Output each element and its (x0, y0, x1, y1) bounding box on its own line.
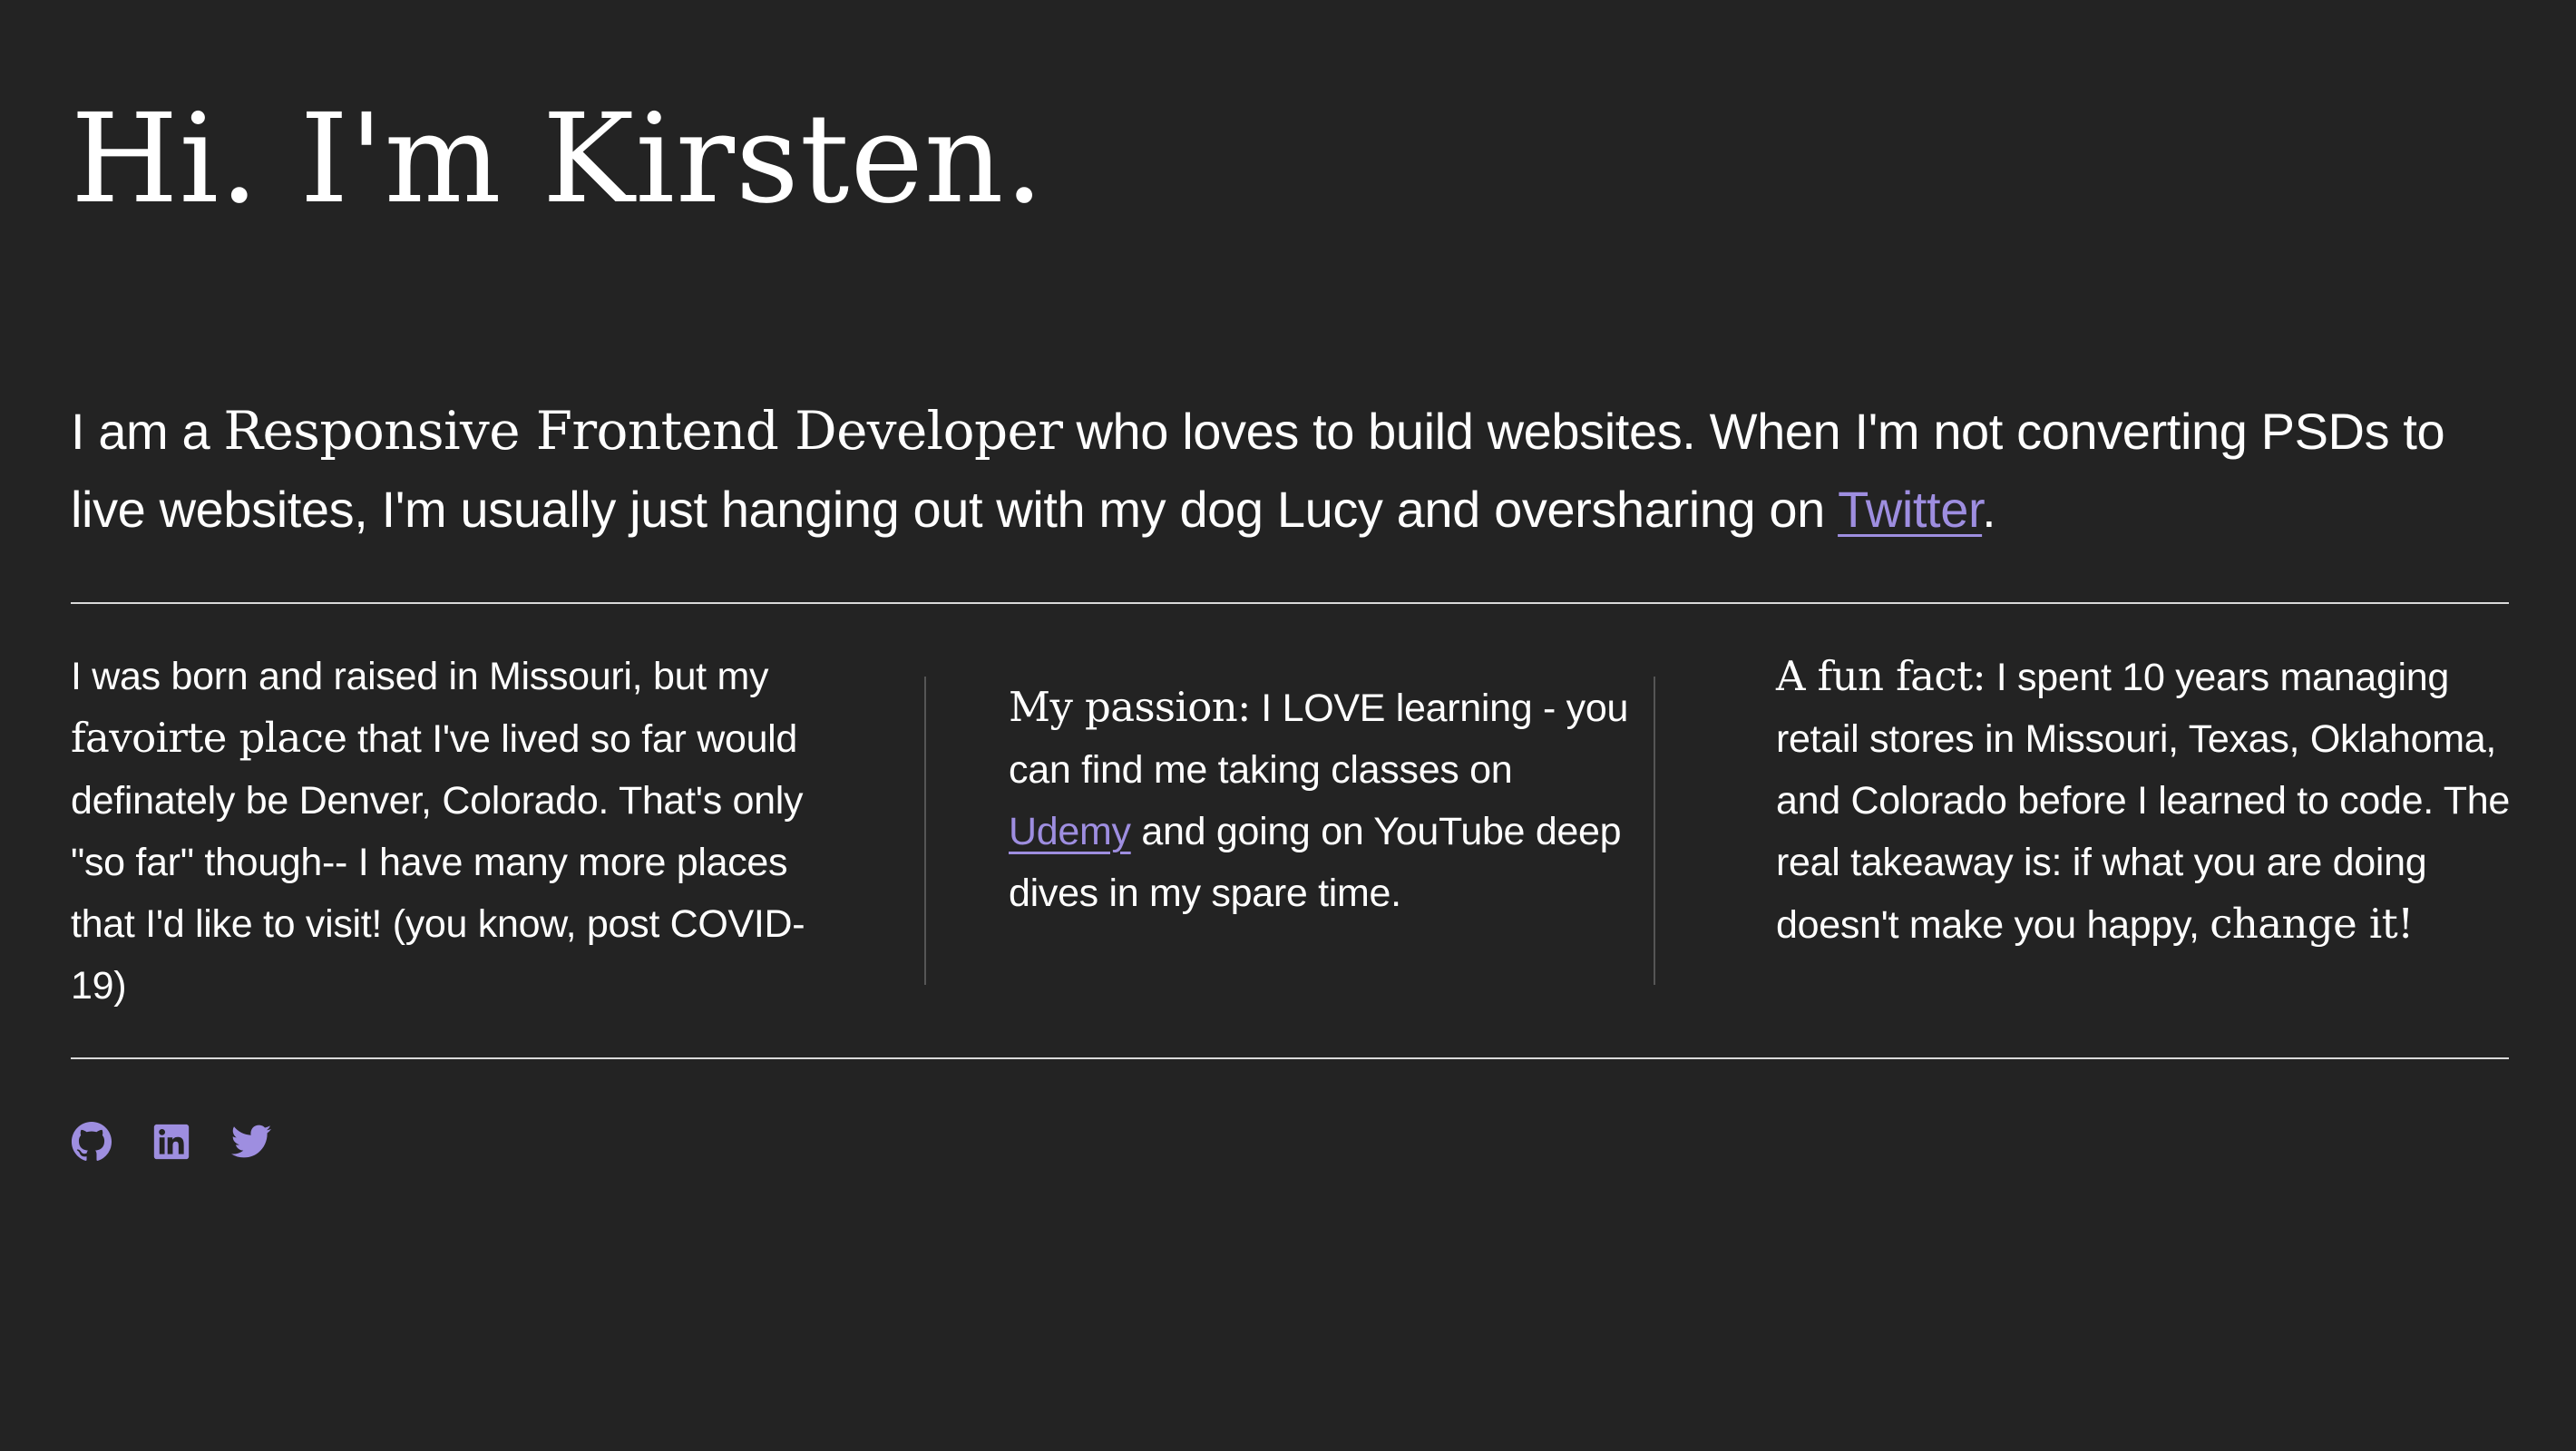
twitter-icon-glyph (230, 1125, 272, 1158)
twitter-icon[interactable] (230, 1121, 272, 1163)
intro-role: Responsive Frontend Developer (223, 400, 1063, 462)
udemy-link[interactable]: Udemy (1009, 810, 1131, 853)
intro-paragraph: I am a Responsive Frontend Developer who… (71, 392, 2529, 549)
intro-text-3: . (1982, 481, 1996, 538)
top-divider (71, 602, 2509, 604)
bottom-divider (71, 1057, 2509, 1059)
left-serif-text: favoirte place (71, 714, 347, 762)
about-column-right: A fun fact: I spent 10 years managing re… (1776, 646, 2511, 956)
middle-label: My passion: (1009, 683, 1251, 731)
linkedin-icon[interactable] (151, 1121, 192, 1163)
right-serif-text: change it! (2210, 900, 2414, 948)
column-divider-2 (1654, 677, 1655, 985)
right-label: A fun fact: (1776, 652, 1986, 700)
column-divider-1 (924, 677, 926, 985)
github-icon[interactable] (71, 1121, 112, 1163)
github-icon-glyph (71, 1121, 112, 1161)
page-title: Hi. I'm Kirsten. (71, 88, 1045, 231)
left-text-1: I was born and raised in Missouri, but m… (71, 655, 769, 698)
linkedin-icon-glyph (153, 1124, 190, 1160)
social-links (71, 1121, 272, 1163)
about-column-middle: My passion: I LOVE learning - you can fi… (1009, 677, 1644, 924)
intro-text-1: I am a (71, 403, 224, 460)
about-column-left: I was born and raised in Missouri, but m… (71, 646, 833, 1017)
twitter-link[interactable]: Twitter (1838, 481, 1982, 538)
